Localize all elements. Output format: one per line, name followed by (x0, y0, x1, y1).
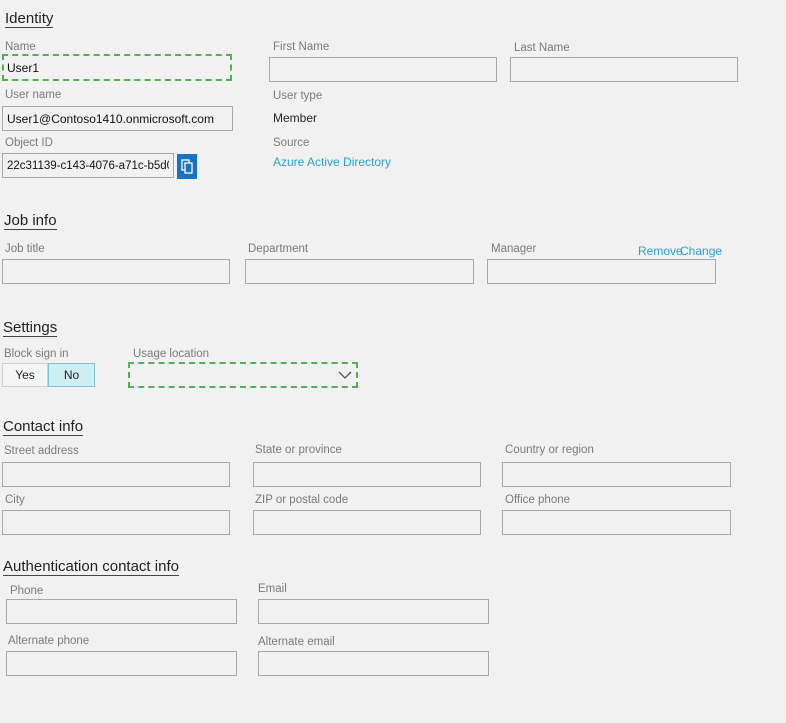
department-label: Department (248, 243, 309, 255)
block-signin-yes-button[interactable]: Yes (2, 363, 48, 387)
job-info-section-title: Job info (4, 212, 57, 230)
identity-section-title: Identity (5, 10, 54, 28)
username-input[interactable] (2, 106, 233, 131)
country-region-label: Country or region (505, 444, 594, 456)
usage-location-label: Usage location (133, 348, 210, 360)
auth-contact-section-title: Authentication contact info (3, 558, 179, 576)
job-title-input[interactable] (2, 259, 230, 284)
alternate-phone-input[interactable] (6, 651, 237, 676)
change-manager-link[interactable]: Change (680, 244, 722, 258)
source-label: Source (273, 137, 310, 149)
user-type-label: User type (273, 90, 323, 102)
user-type-value: Member (273, 111, 318, 125)
state-province-input[interactable] (253, 462, 481, 487)
alternate-email-label: Alternate email (258, 636, 335, 648)
manager-label: Manager (491, 243, 537, 255)
block-signin-toggle: Yes No (2, 363, 95, 387)
street-address-input[interactable] (2, 462, 230, 487)
phone-input[interactable] (6, 599, 237, 624)
office-phone-input[interactable] (502, 510, 731, 535)
phone-label: Phone (10, 585, 44, 597)
settings-section-title: Settings (3, 319, 58, 337)
source-link[interactable]: Azure Active Directory (273, 155, 391, 169)
office-phone-label: Office phone (505, 494, 571, 506)
alternate-email-input[interactable] (258, 651, 489, 676)
street-address-label: Street address (4, 445, 79, 457)
chevron-down-icon (338, 371, 352, 379)
first-name-input[interactable] (269, 57, 497, 82)
copy-icon (181, 159, 193, 174)
department-input[interactable] (245, 259, 474, 284)
last-name-input[interactable] (510, 57, 738, 82)
city-input[interactable] (2, 510, 230, 535)
email-label: Email (258, 583, 287, 595)
object-id-input[interactable] (2, 153, 174, 178)
name-input[interactable] (2, 54, 232, 81)
username-label: User name (5, 89, 62, 101)
first-name-label: First Name (273, 41, 330, 53)
copy-object-id-button[interactable] (177, 154, 197, 179)
zip-code-input[interactable] (253, 510, 481, 535)
country-region-input[interactable] (502, 462, 731, 487)
state-province-label: State or province (255, 444, 342, 456)
object-id-label: Object ID (5, 137, 53, 149)
email-input[interactable] (258, 599, 489, 624)
last-name-label: Last Name (514, 42, 570, 54)
contact-info-section-title: Contact info (3, 418, 84, 436)
city-label: City (5, 494, 25, 506)
manager-input[interactable] (487, 259, 716, 284)
zip-code-label: ZIP or postal code (255, 494, 349, 506)
name-label: Name (5, 41, 36, 53)
block-signin-no-button[interactable]: No (48, 363, 95, 387)
job-title-label: Job title (5, 243, 45, 255)
usage-location-select[interactable] (128, 362, 358, 388)
alternate-phone-label: Alternate phone (8, 635, 90, 647)
block-signin-label: Block sign in (4, 348, 69, 360)
remove-manager-link[interactable]: Remove (638, 244, 683, 258)
